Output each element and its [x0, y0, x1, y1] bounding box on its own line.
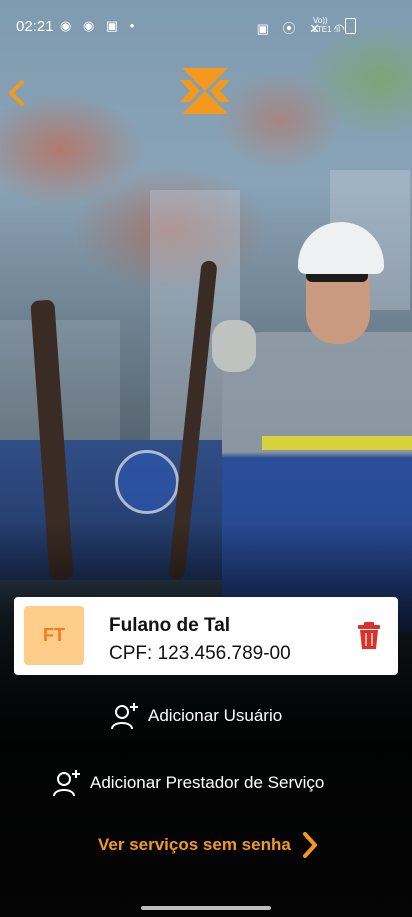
- avatar: FT: [24, 606, 84, 665]
- chevron-left-icon: [9, 80, 24, 106]
- trash-icon[interactable]: [356, 621, 382, 651]
- user-cpf: CPF: 123.456.789-00: [109, 643, 291, 664]
- add-provider-button[interactable]: Adicionar Prestador de Serviço: [52, 768, 324, 798]
- chevron-right-icon: [302, 832, 317, 858]
- add-person-icon: [53, 770, 80, 797]
- services-link-label: Ver serviços sem senha: [98, 835, 291, 854]
- add-provider-label: Adicionar Prestador de Serviço: [90, 773, 325, 792]
- user-name: Fulano de Tal: [109, 615, 231, 636]
- back-button[interactable]: [4, 80, 28, 106]
- brand-logo: [180, 68, 230, 114]
- user-card[interactable]: FT Fulano de Tal CPF: 123.456.789-00: [14, 597, 398, 675]
- notification-icons: ◉ ◉ ▣ •: [60, 18, 139, 33]
- home-indicator[interactable]: [141, 906, 271, 910]
- status-bar: 02:21 ◉ ◉ ▣ • ▣ ⦿ ✕ ◠ Vo)) LTE1 .ıl: [0, 0, 412, 48]
- network-indicator: Vo)) LTE1 .ıl: [313, 16, 340, 34]
- add-user-button[interactable]: Adicionar Usuário: [110, 701, 282, 731]
- battery-icon: [345, 18, 356, 34]
- status-time: 02:21: [16, 18, 54, 35]
- services-without-password-link[interactable]: Ver serviços sem senha: [98, 832, 319, 858]
- add-person-icon: [111, 703, 138, 730]
- add-user-label: Adicionar Usuário: [148, 706, 283, 725]
